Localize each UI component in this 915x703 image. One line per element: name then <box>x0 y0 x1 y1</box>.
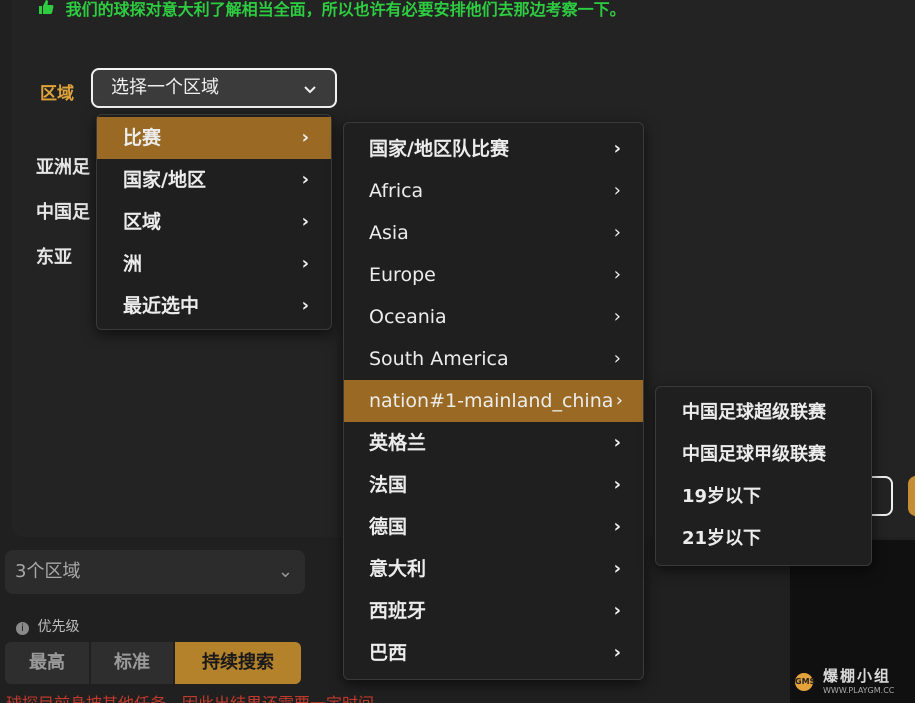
priority-standard-button[interactable]: 标准 <box>91 642 173 684</box>
menu-item-oceania[interactable]: Oceania › <box>344 296 643 338</box>
watermark: GMS 爆棚小组 WWW.PLAYGM.CC <box>795 665 894 695</box>
menu-item-label: 英格兰 <box>369 432 427 454</box>
chevron-right-icon: › <box>613 222 621 243</box>
menu-item-south-america[interactable]: South America › <box>344 338 643 380</box>
region-dropdown[interactable]: 选择一个区域 <box>91 68 337 108</box>
chevron-right-icon: › <box>613 432 621 453</box>
menu-item-label: Oceania <box>369 306 447 328</box>
china-league-submenu: 中国足球超级联赛 中国足球甲级联赛 19岁以下 21岁以下 <box>655 386 872 566</box>
menu-item-region[interactable]: 区域 › <box>97 201 331 243</box>
watermark-logo-icon: GMS <box>795 673 815 691</box>
menu-item-national-team-competitions[interactable]: 国家/地区队比赛 › <box>344 128 643 170</box>
menu-item-label: 法国 <box>369 474 408 496</box>
menu-item-u21[interactable]: 21岁以下 <box>656 518 871 560</box>
priority-label-text: 优先级 <box>37 619 80 635</box>
menu-item-label: South America <box>369 348 509 370</box>
menu-item-label: Asia <box>369 222 409 244</box>
region-label: 区域 <box>40 84 74 104</box>
info-icon: i <box>16 622 29 635</box>
menu-item-recent[interactable]: 最近选中 › <box>97 285 331 327</box>
menu-item-label: 德国 <box>369 516 408 538</box>
menu-item-spain[interactable]: 西班牙 › <box>344 590 643 632</box>
watermark-url: WWW.PLAYGM.CC <box>823 686 895 695</box>
selected-region-item[interactable]: 东亚 <box>36 243 72 269</box>
menu-item-competition[interactable]: 比赛 › <box>97 117 331 159</box>
menu-item-label: 最近选中 <box>123 295 200 317</box>
menu-item-continent[interactable]: 洲 › <box>97 243 331 285</box>
menu-item-germany[interactable]: 德国 › <box>344 506 643 548</box>
scout-busy-warning: 球探目前身披其他任务，因此出结果还需要一定时间。 <box>6 690 390 703</box>
menu-item-mainland-china[interactable]: nation#1-mainland_china › <box>344 380 643 422</box>
chevron-right-icon: › <box>301 253 309 274</box>
chevron-right-icon: › <box>301 127 309 148</box>
menu-item-label: Europe <box>369 264 436 286</box>
thumbs-up-icon <box>36 0 56 19</box>
priority-label: i 优先级 <box>16 616 79 636</box>
chevron-down-icon <box>303 70 317 106</box>
menu-item-label: 洲 <box>123 253 143 275</box>
menu-item-china-league-one[interactable]: 中国足球甲级联赛 <box>656 434 871 476</box>
menu-item-brazil[interactable]: 巴西 › <box>344 632 643 674</box>
menu-item-label: nation#1-mainland_china <box>369 390 614 412</box>
region-count-value: 3个区域 <box>15 561 81 582</box>
chevron-right-icon: › <box>613 138 621 159</box>
priority-segmented-control: 最高 标准 持续搜索 <box>5 642 301 684</box>
menu-item-label: Africa <box>369 180 424 202</box>
menu-item-label: 比赛 <box>123 127 162 149</box>
chevron-right-icon: › <box>613 516 621 537</box>
dialog-primary-button[interactable] <box>908 476 915 516</box>
chevron-right-icon: › <box>301 295 309 316</box>
chevron-right-icon: › <box>613 348 621 369</box>
menu-item-france[interactable]: 法国 › <box>344 464 643 506</box>
menu-item-label: 意大利 <box>369 558 427 580</box>
chevron-right-icon: › <box>613 600 621 621</box>
chevron-right-icon: › <box>613 642 621 663</box>
menu-item-label: 巴西 <box>369 642 408 664</box>
competition-submenu: 国家/地区队比赛 › Africa › Asia › Europe › Ocea… <box>343 122 644 680</box>
selected-region-item[interactable]: 亚洲足 <box>36 153 90 179</box>
chevron-right-icon: › <box>613 264 621 285</box>
menu-item-label: 区域 <box>123 211 162 233</box>
menu-item-italy[interactable]: 意大利 › <box>344 548 643 590</box>
menu-item-csl[interactable]: 中国足球超级联赛 <box>656 392 871 434</box>
menu-item-u19[interactable]: 19岁以下 <box>656 476 871 518</box>
chevron-right-icon: › <box>301 169 309 190</box>
scout-tip: 我们的球探对意大利了解相当全面，所以也许有必要安排他们去那边考察一下。 <box>36 0 626 20</box>
region-dropdown-placeholder: 选择一个区域 <box>111 77 219 98</box>
menu-item-label: 西班牙 <box>369 600 427 622</box>
menu-item-label: 国家/地区队比赛 <box>369 138 509 160</box>
chevron-right-icon: › <box>613 558 621 579</box>
scout-tip-text: 我们的球探对意大利了解相当全面，所以也许有必要安排他们去那边考察一下。 <box>65 0 626 19</box>
chevron-right-icon: › <box>301 211 309 232</box>
chevron-right-icon: › <box>613 474 621 495</box>
chevron-right-icon: › <box>613 180 621 201</box>
priority-continuous-button[interactable]: 持续搜索 <box>175 642 301 684</box>
watermark-title: 爆棚小组 <box>823 667 892 685</box>
priority-highest-button[interactable]: 最高 <box>5 642 89 684</box>
menu-item-asia[interactable]: Asia › <box>344 212 643 254</box>
selected-region-item[interactable]: 中国足 <box>36 198 90 224</box>
menu-item-europe[interactable]: Europe › <box>344 254 643 296</box>
menu-item-africa[interactable]: Africa › <box>344 170 643 212</box>
region-category-menu: 比赛 › 国家/地区 › 区域 › 洲 › 最近选中 › <box>96 114 332 330</box>
chevron-right-icon: › <box>615 390 623 411</box>
menu-item-nation[interactable]: 国家/地区 › <box>97 159 331 201</box>
menu-item-label: 国家/地区 <box>123 169 206 191</box>
chevron-right-icon: › <box>613 306 621 327</box>
menu-item-england[interactable]: 英格兰 › <box>344 422 643 464</box>
region-count-select[interactable]: 3个区域 ⌄ <box>5 550 305 594</box>
chevron-down-icon: ⌄ <box>277 561 293 582</box>
